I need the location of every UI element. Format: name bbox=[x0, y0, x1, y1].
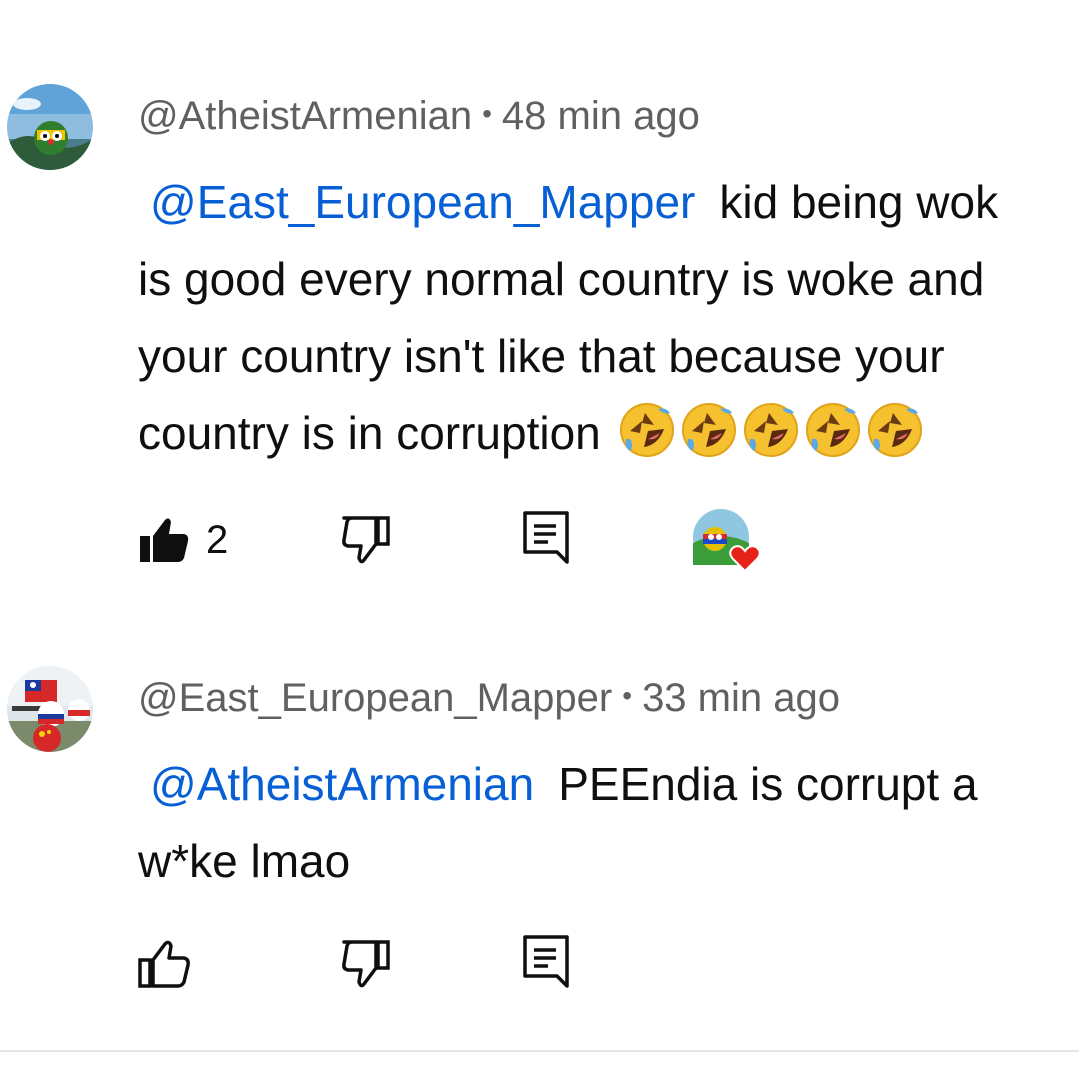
comment-actions: 2 bbox=[0, 504, 1079, 574]
reply-button[interactable] bbox=[522, 510, 570, 566]
meta-separator: • bbox=[482, 98, 492, 129]
reply-button[interactable] bbox=[522, 934, 570, 990]
dislike-button[interactable] bbox=[340, 514, 392, 566]
rolling-laughing-emoji-icon bbox=[805, 403, 860, 457]
timestamp[interactable]: 33 min ago bbox=[642, 676, 840, 720]
divider bbox=[0, 1050, 1079, 1052]
timestamp[interactable]: 48 min ago bbox=[502, 94, 700, 138]
avatar[interactable] bbox=[7, 666, 93, 752]
like-button[interactable] bbox=[138, 938, 190, 990]
comment-line: w*ke lmao bbox=[138, 835, 351, 887]
emoji-row bbox=[614, 403, 924, 459]
comment-line: is good every normal country is woke and bbox=[138, 253, 985, 305]
rolling-laughing-emoji-icon bbox=[619, 403, 674, 457]
comment-line: your country isn't like that because you… bbox=[138, 330, 945, 382]
mention-link[interactable]: @AtheistArmenian bbox=[150, 758, 534, 810]
avatar[interactable] bbox=[7, 84, 93, 170]
creator-heart bbox=[693, 509, 768, 579]
rolling-laughing-emoji-icon bbox=[681, 403, 736, 457]
mention-link[interactable]: @East_European_Mapper bbox=[150, 176, 695, 228]
meta-separator: • bbox=[622, 680, 633, 711]
comment-meta: @AtheistArmenian • 48 min ago bbox=[138, 94, 700, 139]
rolling-laughing-emoji-icon bbox=[743, 403, 798, 457]
thumbs-down-icon bbox=[342, 940, 390, 988]
comment-meta: @East_European_Mapper • 33 min ago bbox=[138, 676, 840, 721]
comment-line: kid being wok bbox=[719, 176, 999, 228]
comment-line: country is in corruption bbox=[138, 407, 601, 459]
thumbs-down-icon bbox=[342, 516, 390, 564]
rolling-laughing-emoji-icon bbox=[867, 403, 922, 457]
like-button[interactable]: 2 bbox=[138, 514, 228, 566]
author-name[interactable]: @East_European_Mapper bbox=[138, 676, 612, 720]
like-count: 2 bbox=[206, 517, 229, 562]
creator-heart-icon bbox=[693, 509, 761, 573]
comment-text: @East_European_Mapper kid being wok is go… bbox=[138, 164, 1079, 472]
dislike-button[interactable] bbox=[340, 938, 392, 990]
comment-reply-icon bbox=[523, 935, 569, 988]
author-name[interactable]: @AtheistArmenian bbox=[138, 94, 472, 138]
comment-text: @AtheistArmenian PEEndia is corrupt a w*k… bbox=[138, 746, 1079, 900]
comment-actions bbox=[0, 928, 1079, 998]
thumbs-up-filled-icon bbox=[140, 518, 189, 562]
comment-reply-icon bbox=[523, 511, 569, 564]
comment-line: PEEndia is corrupt a bbox=[558, 758, 978, 810]
thumbs-up-icon bbox=[138, 940, 190, 988]
